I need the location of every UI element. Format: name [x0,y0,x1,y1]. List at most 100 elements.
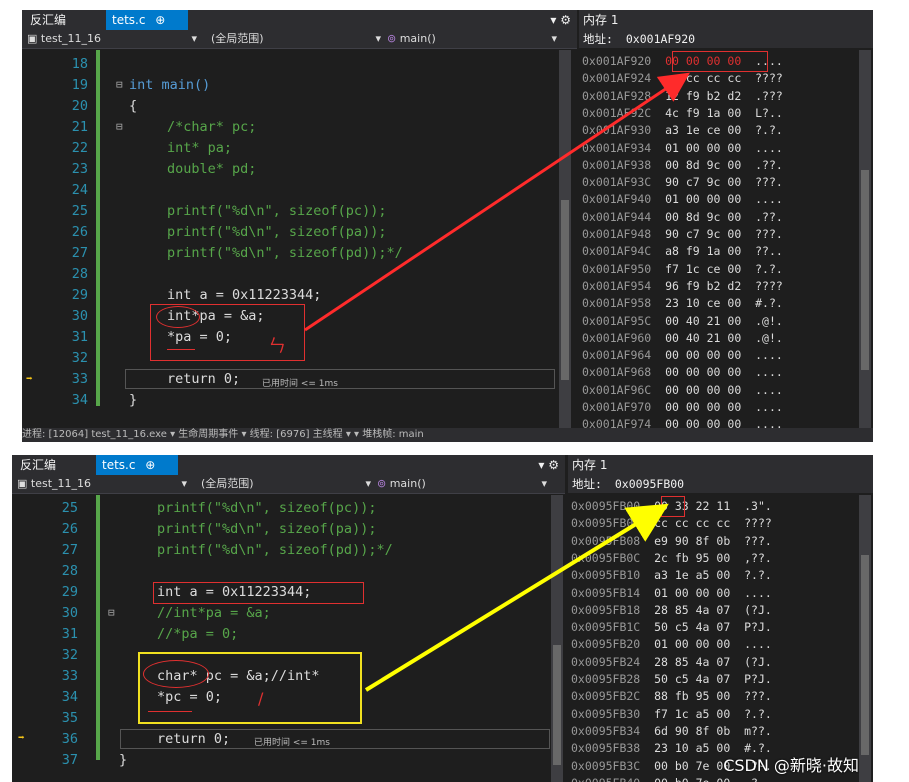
memory-row[interactable]: 0x001AF944 00 8d 9c 00 .??. [582,210,783,224]
memory-scrollbar-thumb[interactable] [861,555,869,755]
memory-ascii: (?J. [730,602,772,617]
memory-row[interactable]: 0x001AF92C 4c f9 1a 00 L?.. [582,106,783,120]
editor-scrollbar-thumb[interactable] [561,200,569,380]
project-dropdown[interactable]: ▣ test_11_16 ▾ [24,31,197,47]
memory-address: 0x0095FB1C [571,620,641,635]
tab-bar: 反汇编 tets.c ⊕ × ▾ ⚙ [12,455,565,492]
code-line: { [129,98,138,114]
pin-icon[interactable]: ⊕ [155,13,165,27]
memory-row[interactable]: 0x0095FB08 e9 90 8f 0b ???. [571,534,772,548]
address-input[interactable]: 0x001AF920 [626,32,695,46]
address-input[interactable]: 0x0095FB00 [615,477,684,491]
tab-disassembly[interactable]: 反汇编 [14,455,62,475]
memory-row[interactable]: 0x0095FB34 6d 90 8f 0b m??. [571,724,772,738]
memory-row[interactable]: 0x001AF960 00 40 21 00 .@!. [582,331,783,345]
memory-bytes: a3 1e ce 00 [651,123,742,138]
memory-row[interactable]: 0x001AF94C a8 f9 1a 00 ??.. [582,244,783,258]
memory-row[interactable]: 0x001AF934 01 00 00 00 .... [582,141,783,155]
memory-row[interactable]: 0x001AF974 00 00 00 00 .... [582,417,783,428]
editor-scrollbar-thumb[interactable] [553,645,561,765]
memory-row[interactable]: 0x0095FB1C 50 c5 4a 07 P?J. [571,620,772,634]
memory-row[interactable]: 0x001AF970 00 00 00 00 .... [582,400,783,414]
editor-scrollbar[interactable] [551,495,563,782]
address-bar: 地址: 0x0095FB00 [568,475,873,493]
chevron-down-icon: ▾ [375,32,381,45]
memory-address: 0x001AF92C [582,105,652,120]
memory-row[interactable]: 0x0095FB20 01 00 00 00 .... [571,637,772,651]
line-number: 20 [71,98,88,114]
memory-row[interactable]: 0x001AF950 f7 1c ce 00 ?.?. [582,262,783,276]
memory-ascii: ?.?. [730,706,772,721]
function-dropdown[interactable]: ⊚ main() ▾ [374,476,547,492]
memory-row[interactable]: 0x001AF924 cc cc cc cc ???? [582,71,783,85]
memory-bytes: 50 c5 4a 07 [640,672,731,686]
memory-row[interactable]: 0x001AF964 00 00 00 00 .... [582,348,783,362]
memory-row[interactable]: 0x001AF968 00 00 00 00 .... [582,365,783,379]
address-label: 地址: [572,477,602,491]
memory-address: 0x0095FB10 [571,568,641,583]
memory-row[interactable]: 0x001AF940 01 00 00 00 .... [582,192,783,206]
memory-scrollbar[interactable] [859,495,871,782]
memory-scrollbar-thumb[interactable] [861,170,869,370]
memory-bytes: 00 40 21 00 [651,330,742,345]
memory-row[interactable]: 0x001AF928 12 f9 b2 d2 .??? [582,89,783,103]
memory-address: 0x001AF954 [582,278,652,293]
memory-address: 0x001AF930 [582,123,652,138]
memory-ascii: .... [730,637,772,652]
memory-address: 0x001AF928 [582,88,652,103]
tab-dropdown-icon[interactable]: ▾ ⚙ [538,455,559,475]
memory-row[interactable]: 0x001AF93C 90 c7 9c 00 ???. [582,175,783,189]
memory-bytes: 28 85 4a 07 [640,602,731,617]
memory-row[interactable]: 0x001AF948 90 c7 9c 00 ???. [582,227,783,241]
memory-row[interactable]: 0x0095FB40 00 b0 7e 00 .?~. [571,776,772,782]
memory-row[interactable]: 0x0095FB0C 2c fb 95 00 ,??. [571,551,772,565]
collapse-icon[interactable]: ⊟ [116,120,123,133]
memory-address: 0x001AF94C [582,244,652,259]
memory-row[interactable]: 0x0095FB2C 88 fb 95 00 ???. [571,689,772,703]
memory-row[interactable]: 0x001AF938 00 8d 9c 00 .??. [582,158,783,172]
memory-address: 0x0095FB3C [571,758,641,773]
memory-row[interactable]: 0x0095FB10 a3 1e a5 00 ?.?. [571,568,772,582]
collapse-icon[interactable]: ⊟ [116,78,123,91]
tab-source-file[interactable]: tets.c ⊕ × [106,10,188,47]
memory-row[interactable]: 0x001AF96C 00 00 00 00 .... [582,383,783,397]
editor-scrollbar[interactable] [559,50,571,428]
circle-annotation [143,660,209,688]
line-number: 27 [61,542,78,558]
tab-dropdown-icon[interactable]: ▾ ⚙ [550,10,571,30]
function-icon: ⊚ [377,477,390,490]
collapse-icon[interactable]: ⊟ [108,606,115,619]
execution-pointer-icon: ➡ [26,372,33,385]
memory-ascii: ???? [741,278,783,293]
memory-address: 0x001AF974 [582,417,652,428]
memory-row[interactable]: 0x001AF95C 00 40 21 00 .@!. [582,314,783,328]
memory-address: 0x0095FB04 [571,516,641,531]
line-number: 33 [71,371,88,387]
pin-icon[interactable]: ⊕ [145,458,155,472]
function-dropdown[interactable]: ⊚ main() ▾ [384,31,557,47]
memory-ascii: ?.?. [730,568,772,583]
memory-row[interactable]: 0x0095FB18 28 85 4a 07 (?J. [571,603,772,617]
scope-dropdown[interactable]: (全局范围) ▾ [198,476,371,492]
line-number: 24 [71,182,88,198]
memory-row[interactable]: 0x0095FB14 01 00 00 00 .... [571,586,772,600]
scope-label: (全局范围) [201,477,254,490]
project-dropdown[interactable]: ▣ test_11_16 ▾ [14,476,187,492]
memory-ascii: .... [741,192,783,207]
memory-address: 0x0095FB28 [571,672,641,686]
tab-source-file[interactable]: tets.c ⊕ × [96,455,178,492]
code-line: //int*pa = &a; [157,605,271,621]
memory-row[interactable]: 0x0095FB04 cc cc cc cc ???? [571,516,772,530]
scope-dropdown[interactable]: (全局范围) ▾ [208,31,381,47]
memory-row[interactable]: 0x0095FB30 f7 1c a5 00 ?.?. [571,707,772,721]
tab-disassembly[interactable]: 反汇编 [24,10,72,30]
line-number: 29 [61,584,78,600]
line-number: 25 [61,500,78,516]
memory-row[interactable]: 0x001AF958 23 10 ce 00 #.?. [582,296,783,310]
memory-row[interactable]: 0x001AF954 96 f9 b2 d2 ???? [582,279,783,293]
memory-scrollbar[interactable] [859,50,871,428]
memory-row[interactable]: 0x0095FB28 50 c5 4a 07 P?J. [571,672,772,686]
memory-row[interactable]: 0x001AF930 a3 1e ce 00 ?.?. [582,123,783,137]
navigation-bar: ▣ test_11_16 ▾ (全局范围) ▾ ⊚ main() ▾ [12,475,565,494]
memory-row[interactable]: 0x0095FB24 28 85 4a 07 (?J. [571,655,772,669]
